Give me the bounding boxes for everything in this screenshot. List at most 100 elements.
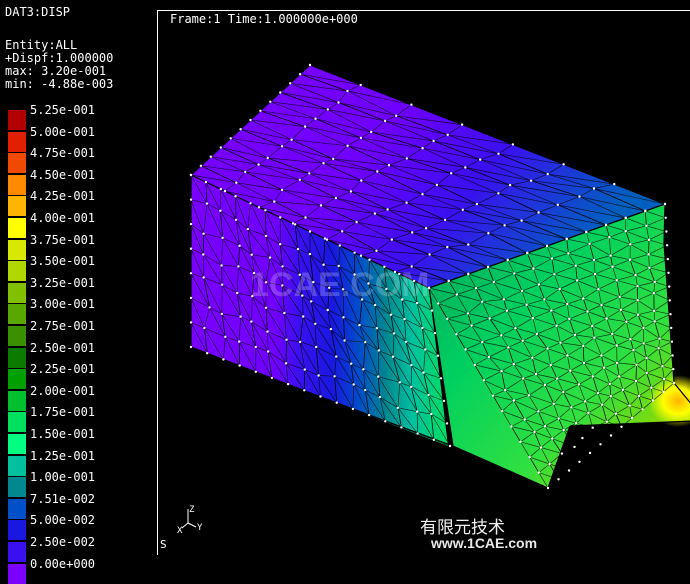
mesh-node <box>461 123 463 125</box>
mesh-node <box>203 276 205 278</box>
mesh-node <box>625 321 627 323</box>
mesh-node <box>327 108 329 110</box>
mesh-node <box>524 418 526 420</box>
mesh-node <box>330 328 332 330</box>
mesh-node <box>403 318 405 320</box>
mesh-node <box>566 303 568 305</box>
mesh-node <box>648 267 650 269</box>
mesh-node <box>341 230 343 232</box>
mesh-node <box>514 327 516 329</box>
mesh-node <box>597 392 599 394</box>
mesh-node <box>320 204 322 206</box>
mesh-node <box>519 441 521 443</box>
mesh-node <box>314 323 316 325</box>
legend-label: 2.50e-001 <box>30 342 95 354</box>
mesh-node <box>456 293 458 295</box>
mesh-node <box>203 327 205 329</box>
legend-swatch <box>8 412 26 432</box>
mesh-node <box>448 280 450 282</box>
mesh-node <box>594 273 596 275</box>
mesh-node <box>568 469 570 471</box>
mesh-node <box>592 375 594 377</box>
mesh-node <box>665 230 667 232</box>
mesh-node <box>536 333 538 335</box>
mesh-node <box>190 248 192 250</box>
mesh-node <box>605 224 607 226</box>
legend-label: 5.00e-001 <box>30 126 95 138</box>
mesh-node <box>669 299 671 301</box>
mesh-node <box>446 246 448 248</box>
mesh-node <box>299 73 301 75</box>
mesh-node <box>500 334 502 336</box>
mesh-node <box>481 301 483 303</box>
mesh-node <box>360 137 362 139</box>
mesh-node <box>292 222 294 224</box>
mesh-node <box>573 446 575 448</box>
mesh-node <box>324 237 326 239</box>
mesh-node <box>503 224 505 226</box>
mesh-node <box>290 139 292 141</box>
mesh-node <box>405 341 407 343</box>
mesh-edge <box>611 427 622 436</box>
mesh-node <box>190 223 192 225</box>
mesh-node <box>504 389 506 391</box>
mesh-node <box>533 431 535 433</box>
mesh-node <box>397 407 399 409</box>
mesh-node <box>528 394 530 396</box>
mesh-node <box>235 182 237 184</box>
mesh-node <box>537 410 539 412</box>
mesh-node <box>654 281 656 283</box>
mesh-node <box>576 279 578 281</box>
mesh-node <box>535 373 537 375</box>
model-viewport[interactable]: Frame:1 Time:1.000000e+000 <box>157 10 690 555</box>
mesh-node <box>283 312 285 314</box>
mesh-node <box>543 298 545 300</box>
mesh-node <box>368 259 370 261</box>
legend-swatch <box>8 283 26 303</box>
watermark-center: 1CAE.COM <box>250 266 429 305</box>
mesh-node <box>634 274 636 276</box>
legend-label: 2.00e-001 <box>30 385 95 397</box>
mesh-node <box>652 399 654 401</box>
mesh-node <box>386 208 388 210</box>
mesh-node <box>224 336 226 338</box>
mesh-node <box>593 187 595 189</box>
mesh-node <box>375 250 377 252</box>
mesh-node <box>638 395 640 397</box>
mesh-node <box>501 410 503 412</box>
mesh-node <box>395 115 397 117</box>
mesh-node <box>433 439 435 441</box>
mesh-node <box>258 206 260 208</box>
legend-label: 5.25e-001 <box>30 104 95 116</box>
legend-label: 1.00e-001 <box>30 471 95 483</box>
mesh-node <box>360 179 362 181</box>
mesh-node <box>561 452 563 454</box>
mesh-node <box>481 341 483 343</box>
mesh-node <box>601 404 603 406</box>
mesh-node <box>637 299 639 301</box>
dataset-label: DAT3:DISP <box>5 6 70 18</box>
mesh-node <box>574 334 576 336</box>
mesh-node <box>237 265 239 267</box>
mesh-node <box>326 238 328 240</box>
mesh-node <box>279 91 281 93</box>
mesh-node <box>608 236 610 238</box>
mesh-node <box>355 221 357 223</box>
mesh-node <box>332 158 334 160</box>
mesh-node <box>190 297 192 299</box>
mesh-node <box>526 252 528 254</box>
mesh-node <box>475 287 477 289</box>
mesh-node <box>547 487 549 489</box>
mesh-node <box>449 445 451 447</box>
mesh-node <box>507 346 509 348</box>
mesh-node <box>425 227 427 229</box>
mesh-node <box>566 354 568 356</box>
mesh-node <box>434 332 436 334</box>
mesh-node <box>208 306 210 308</box>
legend-swatch <box>8 304 26 324</box>
mesh-node <box>557 204 559 206</box>
mesh-node <box>593 337 595 339</box>
mesh-node <box>364 389 366 391</box>
legend-swatch <box>8 456 26 476</box>
mesh-node <box>230 137 232 139</box>
